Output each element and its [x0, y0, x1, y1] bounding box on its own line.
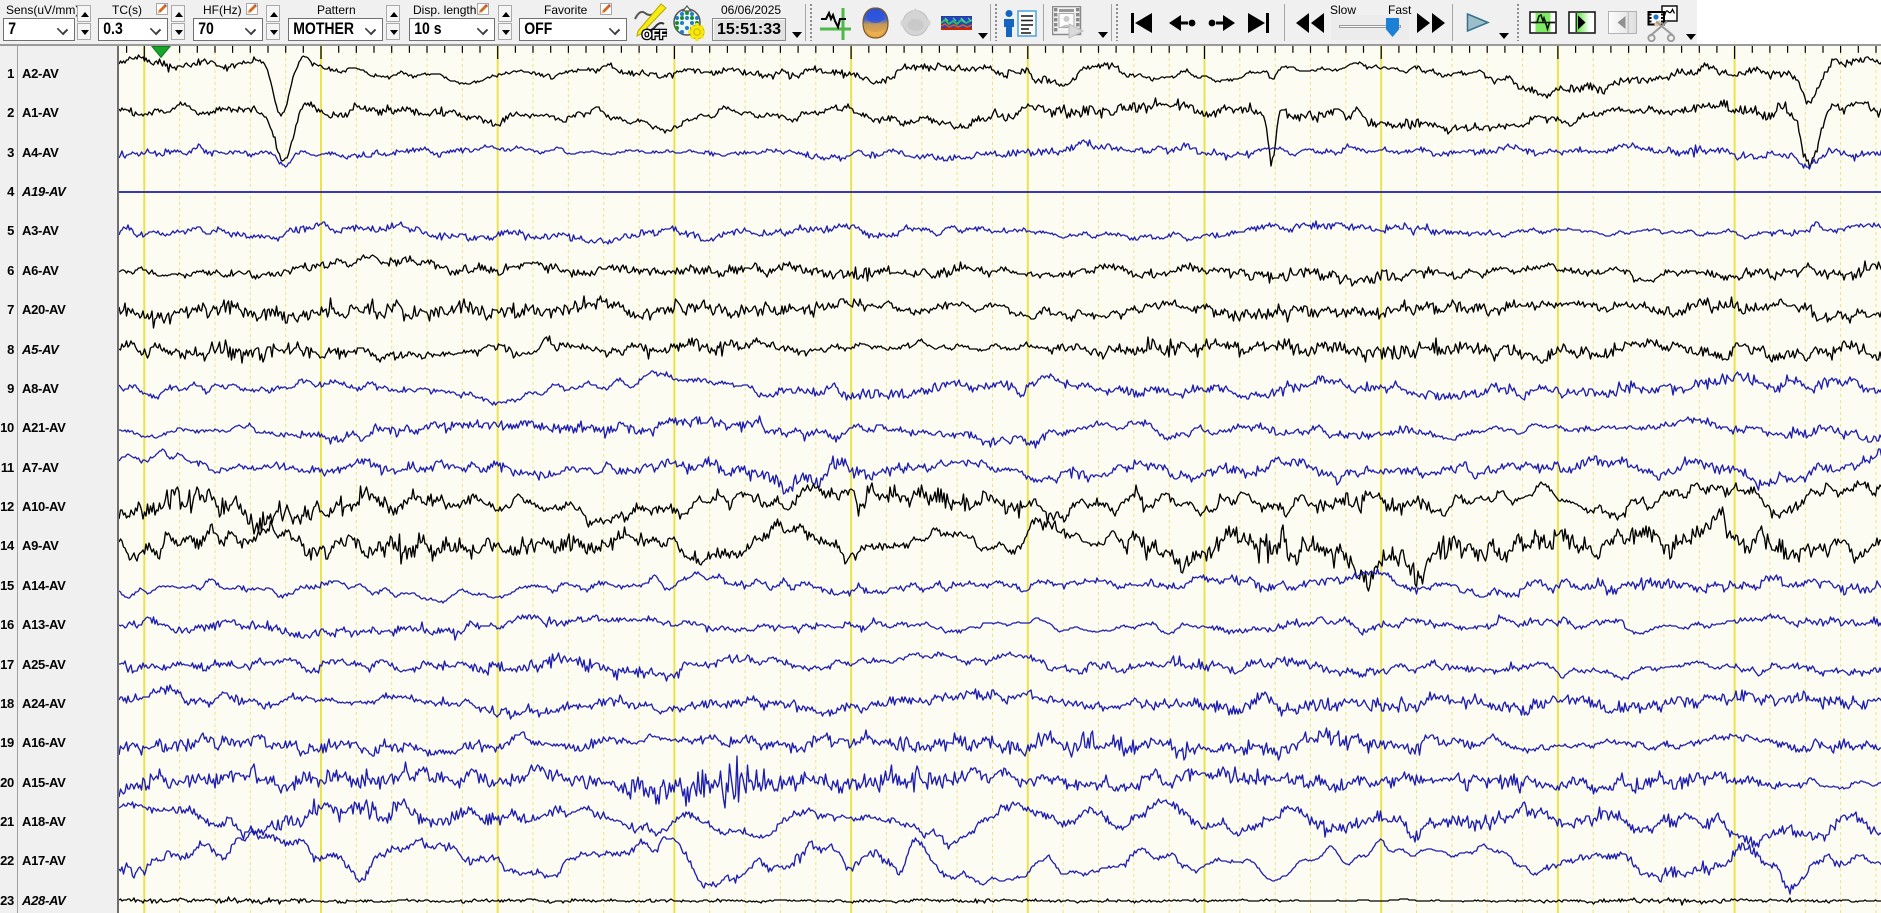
svg-text:OFF: OFF: [642, 28, 667, 41]
